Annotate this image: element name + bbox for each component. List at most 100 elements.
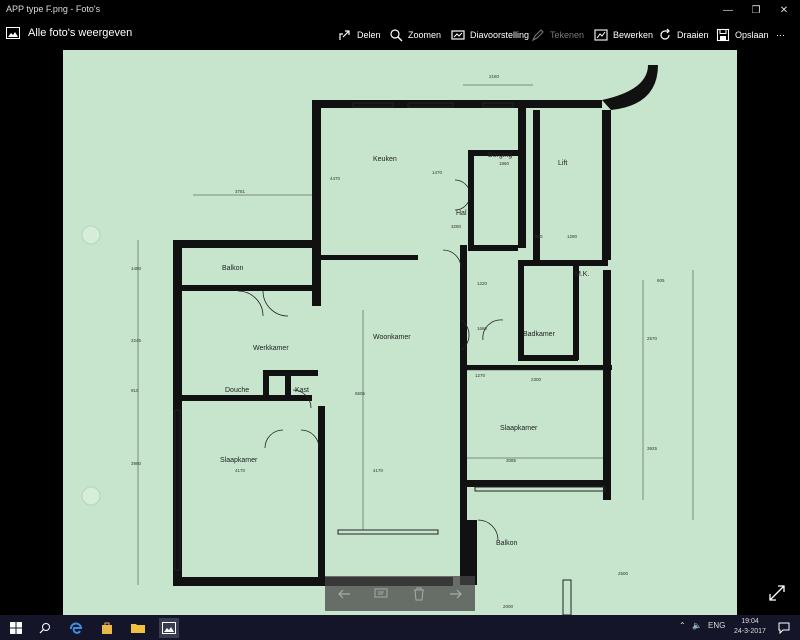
all-photos-label: Alle foto's weergeven bbox=[28, 27, 133, 39]
close-icon: ✕ bbox=[779, 4, 789, 16]
svg-text:910: 910 bbox=[131, 388, 139, 393]
pen-icon bbox=[531, 29, 544, 42]
slideshow-icon bbox=[451, 30, 465, 40]
svg-text:605: 605 bbox=[657, 278, 665, 283]
store-taskbar-button[interactable] bbox=[97, 618, 117, 638]
arrow-right-icon bbox=[450, 589, 463, 598]
label-mk: M.K. bbox=[575, 271, 589, 278]
label-badkamer: Badkamer bbox=[523, 331, 556, 338]
label-douche: Douche bbox=[225, 387, 249, 394]
punch-hole-top bbox=[81, 225, 101, 245]
label-hal: Hal bbox=[456, 210, 467, 217]
rotate-button[interactable]: Draaien bbox=[658, 26, 709, 44]
windows-taskbar: ⌃ 🔈 ENG 19:04 24-3-2017 bbox=[0, 615, 800, 640]
volume-icon[interactable]: 🔈 bbox=[692, 621, 702, 630]
label-keuken: Keuken bbox=[373, 156, 397, 163]
store-bag-icon bbox=[102, 622, 112, 634]
label-lift: Lift bbox=[558, 160, 567, 167]
save-icon bbox=[716, 28, 730, 42]
svg-text:2160: 2160 bbox=[489, 74, 500, 79]
svg-text:1470: 1470 bbox=[432, 170, 443, 175]
photo-nav-bar bbox=[325, 576, 475, 611]
label-kast: Kast bbox=[295, 387, 309, 394]
clock-time: 19:04 bbox=[741, 618, 759, 625]
more-options-button[interactable]: ⋯ bbox=[776, 26, 785, 44]
folder-icon bbox=[131, 624, 145, 633]
action-center-button[interactable] bbox=[774, 618, 794, 638]
label-balkon-left: Balkon bbox=[222, 265, 244, 272]
edit-button[interactable]: Bewerken bbox=[594, 26, 653, 44]
tray-overflow-icon[interactable]: ⌃ bbox=[679, 621, 686, 630]
svg-text:2245: 2245 bbox=[131, 338, 142, 343]
restore-icon: ❐ bbox=[751, 4, 761, 16]
search-button[interactable] bbox=[35, 618, 55, 638]
search-icon bbox=[39, 623, 50, 634]
comments-button[interactable] bbox=[369, 582, 393, 606]
svg-text:1220: 1220 bbox=[477, 281, 488, 286]
svg-text:3980: 3980 bbox=[131, 461, 142, 466]
trash-icon bbox=[413, 587, 424, 600]
delete-button[interactable] bbox=[407, 582, 431, 606]
floor-plan-drawing: Keuken Berging Lift Hal Balkon Werkkamer… bbox=[81, 65, 694, 615]
windows-logo-icon bbox=[10, 622, 22, 634]
title-bar: APP type F.png - Foto's — ❐ ✕ bbox=[0, 0, 800, 20]
label-balkon-right: Balkon bbox=[496, 540, 518, 547]
svg-text:4470: 4470 bbox=[330, 176, 341, 181]
svg-text:1860: 1860 bbox=[499, 161, 510, 166]
start-button[interactable] bbox=[6, 618, 26, 638]
svg-text:6505: 6505 bbox=[355, 391, 366, 396]
minimize-icon: — bbox=[723, 4, 733, 16]
explorer-taskbar-button[interactable] bbox=[128, 618, 148, 638]
svg-text:3280: 3280 bbox=[451, 224, 462, 229]
next-button[interactable] bbox=[444, 582, 468, 606]
comment-icon bbox=[374, 588, 388, 597]
photo-icon bbox=[6, 27, 20, 39]
share-button[interactable]: Delen bbox=[338, 26, 381, 44]
svg-text:2500: 2500 bbox=[618, 571, 629, 576]
label-berging: Berging bbox=[488, 152, 512, 159]
svg-text:2000: 2000 bbox=[503, 604, 514, 609]
close-button[interactable]: ✕ bbox=[766, 0, 800, 20]
slideshow-button[interactable]: Diavoorstelling bbox=[451, 26, 529, 44]
previous-button[interactable] bbox=[332, 582, 356, 606]
zoom-button[interactable]: Zoomen bbox=[389, 26, 441, 44]
more-icon: ⋯ bbox=[776, 29, 785, 40]
label-slaapkamer-left: Slaapkamer bbox=[220, 457, 258, 464]
notification-icon bbox=[778, 622, 790, 634]
edge-icon bbox=[70, 622, 83, 634]
clock[interactable]: 19:04 24-3-2017 bbox=[730, 617, 770, 637]
svg-text:3085: 3085 bbox=[506, 458, 517, 463]
photos-taskbar-button[interactable] bbox=[159, 618, 179, 638]
label-werkkamer: Werkkamer bbox=[253, 345, 289, 352]
app-toolbar: Alle foto's weergeven Delen Zoomen Diavo… bbox=[0, 20, 800, 50]
svg-text:1270: 1270 bbox=[475, 373, 486, 378]
fullscreen-expand-icon[interactable] bbox=[768, 584, 786, 602]
edge-taskbar-button[interactable] bbox=[66, 618, 86, 638]
svg-text:1290: 1290 bbox=[567, 234, 578, 239]
svg-text:4170: 4170 bbox=[373, 468, 384, 473]
window-title: APP type F.png - Foto's bbox=[6, 4, 101, 14]
floor-plan-image: Keuken Berging Lift Hal Balkon Werkkamer… bbox=[63, 50, 737, 615]
magnifier-icon bbox=[390, 29, 403, 42]
save-button[interactable]: Opslaan bbox=[716, 26, 769, 44]
svg-text:1480: 1480 bbox=[131, 266, 142, 271]
share-icon bbox=[339, 30, 350, 40]
svg-text:3925: 3925 bbox=[647, 446, 658, 451]
rotate-icon bbox=[660, 28, 670, 40]
svg-text:2570: 2570 bbox=[647, 336, 658, 341]
svg-text:930: 930 bbox=[535, 234, 543, 239]
language-indicator[interactable]: ENG bbox=[708, 621, 725, 630]
photos-app-icon bbox=[162, 622, 176, 634]
draw-button[interactable]: Tekenen bbox=[531, 26, 584, 44]
punch-hole-bottom bbox=[81, 486, 101, 506]
label-slaapkamer-right: Slaapkamer bbox=[500, 425, 538, 432]
label-woonkamer: Woonkamer bbox=[373, 334, 411, 341]
edit-image-icon bbox=[594, 29, 608, 41]
clock-date: 24-3-2017 bbox=[734, 628, 766, 635]
svg-text:1660: 1660 bbox=[477, 326, 488, 331]
walls bbox=[173, 65, 658, 586]
svg-text:3781: 3781 bbox=[235, 189, 246, 194]
all-photos-button[interactable]: Alle foto's weergeven bbox=[6, 27, 132, 39]
arrow-left-icon bbox=[337, 589, 350, 598]
svg-text:4170: 4170 bbox=[235, 468, 246, 473]
